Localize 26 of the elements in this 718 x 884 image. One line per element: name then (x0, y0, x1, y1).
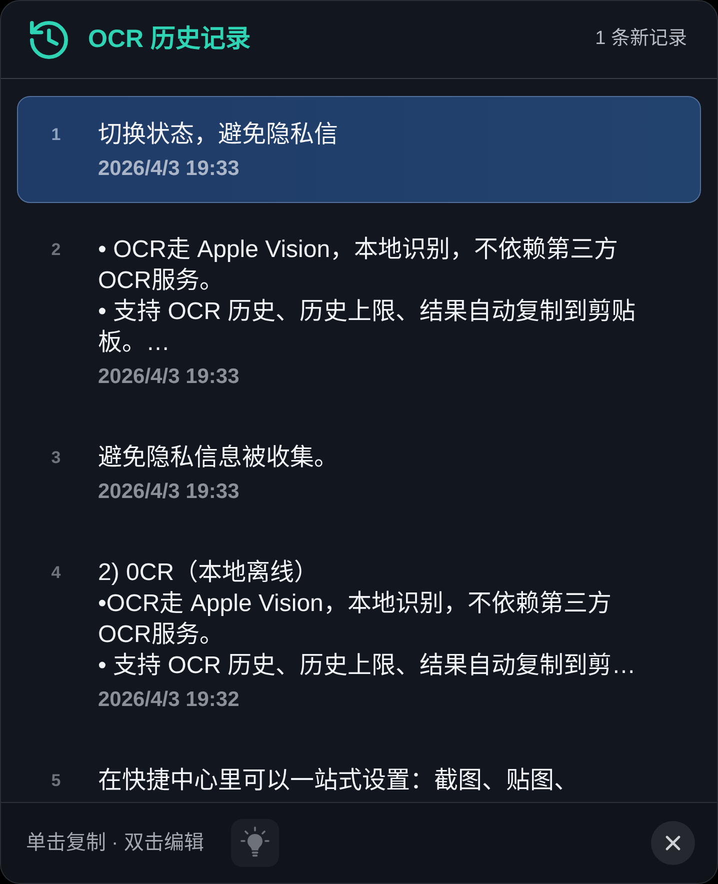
item-number: 4 (50, 562, 62, 584)
close-button[interactable] (651, 821, 695, 865)
item-number: 3 (50, 447, 62, 469)
usage-hint: 单击复制 · 双击编辑 (26, 831, 204, 856)
new-record-count: 1 条新记录 (595, 27, 687, 52)
history-icon (30, 20, 68, 58)
item-text: 在快捷中心里可以一站式设置：截图、贴图、 (98, 766, 578, 796)
history-item[interactable]: 3 避免隐私信息被收集。 2026/4/3 19:33 (17, 419, 701, 526)
item-number: 5 (50, 770, 62, 792)
item-timestamp: 2026/4/3 19:32 (98, 689, 240, 711)
item-number: 2 (50, 239, 62, 261)
item-text: 2) 0CR（本地离线） •OCR走 Apple Vision，本地识别，不依赖第三方OCR服务。 • 支持 OCR 历史、历史上限、结果自动复制到剪… (98, 558, 637, 681)
history-item[interactable]: 1 切换状态，避免隐私信 2026/4/3 19:33 (17, 96, 701, 203)
tips-button[interactable] (230, 819, 279, 867)
history-item[interactable]: 4 2) 0CR（本地离线） •OCR走 Apple Vision，本地识别，不依赖第三方OCR服务。 • 支持 OCR 历史、历史上限、结果自动复制到剪… 2026/4/3 19:32 (17, 534, 701, 734)
item-timestamp: 2026/4/3 19:33 (98, 158, 240, 180)
item-timestamp: 2026/4/3 19:33 (98, 481, 240, 503)
item-number: 1 (50, 124, 62, 146)
window-title: OCR 历史记录 (88, 24, 250, 55)
close-icon (665, 835, 681, 851)
item-timestamp: 2026/4/3 19:33 (98, 366, 240, 388)
item-text: 避免隐私信息被收集。 (98, 443, 338, 473)
history-item[interactable]: 5 在快捷中心里可以一站式设置：截图、贴图、 (17, 742, 701, 802)
item-text: • OCR走 Apple Vision，本地识别，不依赖第三方OCR服务。 • 支持 OCR 历史、历史上限、结果自动复制到剪贴板。… (98, 235, 637, 358)
history-item[interactable]: 2 • OCR走 Apple Vision，本地识别，不依赖第三方OCR服务。 • 支持 OCR 历史、历史上限、结果自动复制到剪贴板。… 2026/4/3 19:33 (17, 211, 701, 411)
item-text: 切换状态，避免隐私信 (98, 120, 338, 150)
